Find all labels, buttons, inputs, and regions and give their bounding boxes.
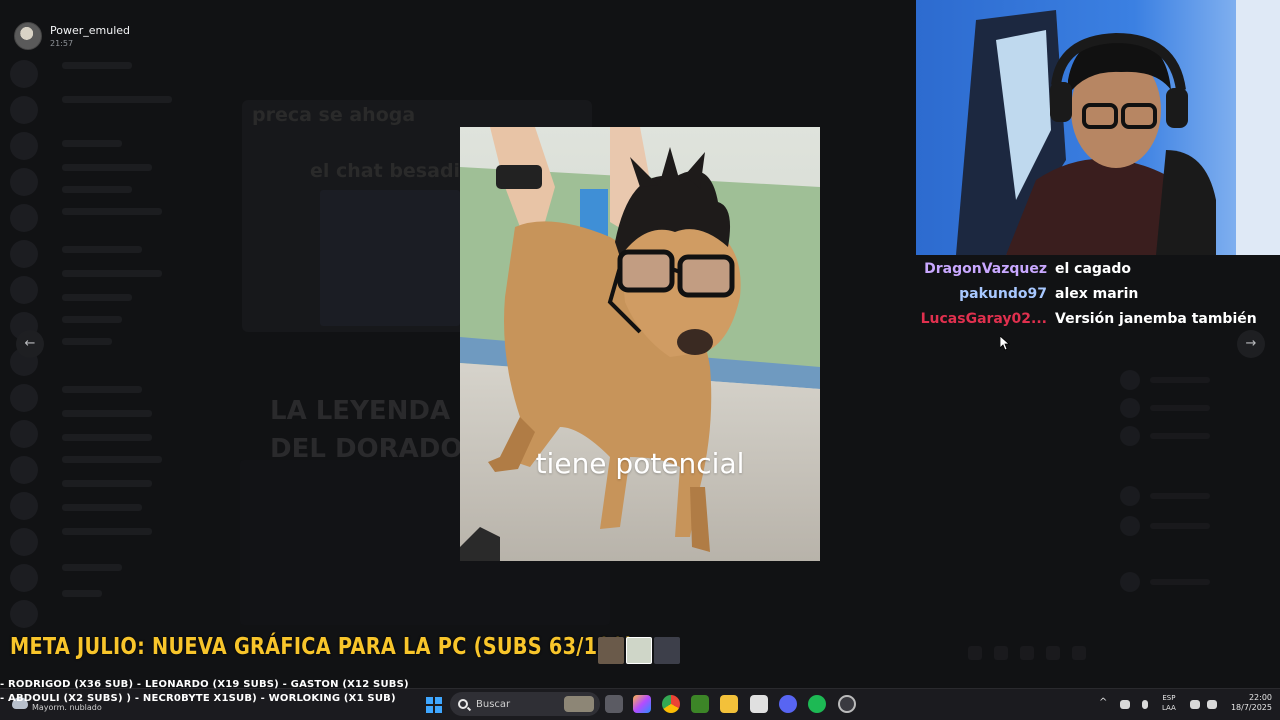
chat-text: Versión janemba también (1055, 310, 1257, 327)
attachment-thumbnails (598, 637, 680, 664)
dimmed-member-name (1150, 579, 1210, 585)
viewer-author: Power_emuled 21:57 (14, 22, 130, 50)
dimmed-member-name (1150, 433, 1210, 439)
dimmed-thumbnail (320, 190, 460, 326)
search-icon (458, 699, 468, 709)
volume-icon[interactable] (1207, 700, 1217, 709)
clock-date: 18/7/2025 (1230, 703, 1272, 712)
dimmed-member-avatar (1120, 572, 1140, 592)
keyboard-layout: LAA (1162, 704, 1176, 712)
dimmed-member-name (1150, 523, 1210, 529)
chat-text: alex marin (1055, 285, 1139, 302)
arrow-left-icon: ← (24, 336, 36, 351)
weather-text: Mayorm. nublado (32, 703, 102, 712)
file-explorer-icon[interactable] (720, 695, 738, 713)
next-image-button[interactable]: → (1237, 330, 1265, 358)
dimmed-member-avatar (1120, 486, 1140, 506)
previous-image-button[interactable]: ← (16, 330, 44, 358)
dimmed-member-name (1150, 377, 1210, 383)
copilot-icon[interactable] (633, 695, 651, 713)
author-avatar (14, 22, 42, 50)
search-placeholder: Buscar (476, 698, 511, 710)
dimmed-control (1072, 646, 1086, 660)
author-name: Power_emuled (50, 24, 131, 37)
thumbnail[interactable] (598, 637, 624, 664)
chat-text: el cagado (1055, 260, 1132, 277)
task-view-icon[interactable] (605, 695, 623, 713)
discord-icon[interactable] (779, 695, 797, 713)
dimmed-leyenda-line1: LA LEYENDA (270, 396, 451, 426)
clock[interactable]: 22:00 18/7/2025 (1228, 693, 1272, 713)
windows-start-icon[interactable] (426, 697, 442, 713)
clock-time: 22:00 (1248, 693, 1272, 702)
chat-message: DragonVazquez el cagado (916, 256, 1280, 281)
chat-username: pakundo97 (959, 285, 1047, 302)
top-subs-line-1: - RODRIGOD (X36 SUB) - LEONARDO (X19 SUB… (0, 679, 409, 690)
chat-overlay: DragonVazquez el cagado pakundo97 alex m… (916, 256, 1280, 331)
dimmed-member-avatar (1120, 398, 1140, 418)
chat-message: pakundo97 alex marin (916, 281, 1280, 306)
language-code: ESP (1162, 694, 1176, 702)
top-subs-line-2: - ABDOULI (X2 SUBS) ) - NECR0BYTE X1SUB)… (0, 693, 396, 704)
microphone-icon[interactable] (1142, 700, 1148, 709)
chat-username: LucasGaray02... (920, 310, 1047, 327)
dimmed-leyenda-text: LA LEYENDA DEL DORADO (270, 392, 462, 468)
dimmed-member-avatar (1120, 426, 1140, 446)
post-time: 21:57 (50, 39, 74, 48)
thumbnail[interactable] (654, 637, 680, 664)
meme-caption: tiene potencial (535, 447, 745, 480)
arrow-right-icon: → (1245, 336, 1257, 351)
obs-icon[interactable] (838, 695, 856, 713)
channel-list (48, 50, 228, 640)
meme-image: tiene potencial (460, 127, 820, 561)
dimmed-banner (440, 26, 865, 42)
server-list (0, 50, 48, 670)
dimmed-control (968, 646, 982, 660)
taskbar-search[interactable]: Buscar (450, 692, 600, 716)
store-icon[interactable] (750, 695, 768, 713)
spotify-icon[interactable] (808, 695, 826, 713)
minecraft-icon[interactable] (691, 695, 709, 713)
sub-goal-text: META JULIO: NUEVA GRÁFICA PARA LA PC (SU… (10, 634, 634, 660)
dimmed-card-subtitle: el chat besadi (310, 160, 461, 182)
chrome-icon[interactable] (662, 695, 680, 713)
wifi-icon[interactable] (1190, 700, 1200, 709)
language-indicator[interactable]: ESP LAA (1162, 693, 1176, 713)
dimmed-card-title: preca se ahoga (252, 104, 416, 126)
dimmed-member-name (1150, 405, 1210, 411)
dog-with-glasses-picture (460, 127, 820, 561)
chat-username: DragonVazquez (924, 260, 1047, 277)
cloud-tray-icon[interactable] (1120, 700, 1130, 709)
thumbnail-active[interactable] (626, 637, 652, 664)
streamer-webcam (916, 0, 1280, 255)
dimmed-control (994, 646, 1008, 660)
streamer-webcam-picture (916, 0, 1280, 255)
chat-message: LucasGaray02... Versión janemba también (916, 306, 1280, 331)
chevron-up-icon[interactable]: ^ (1099, 697, 1107, 708)
dimmed-member-avatar (1120, 370, 1140, 390)
dimmed-member-avatar (1120, 516, 1140, 536)
dimmed-control (1020, 646, 1034, 660)
stream-frame: preca se ahoga el chat besadi LA LEYENDA… (0, 0, 1280, 720)
dimmed-member-name (1150, 493, 1210, 499)
search-highlight-icon (564, 696, 594, 712)
mouse-cursor-icon (1000, 336, 1010, 351)
dimmed-control (1046, 646, 1060, 660)
